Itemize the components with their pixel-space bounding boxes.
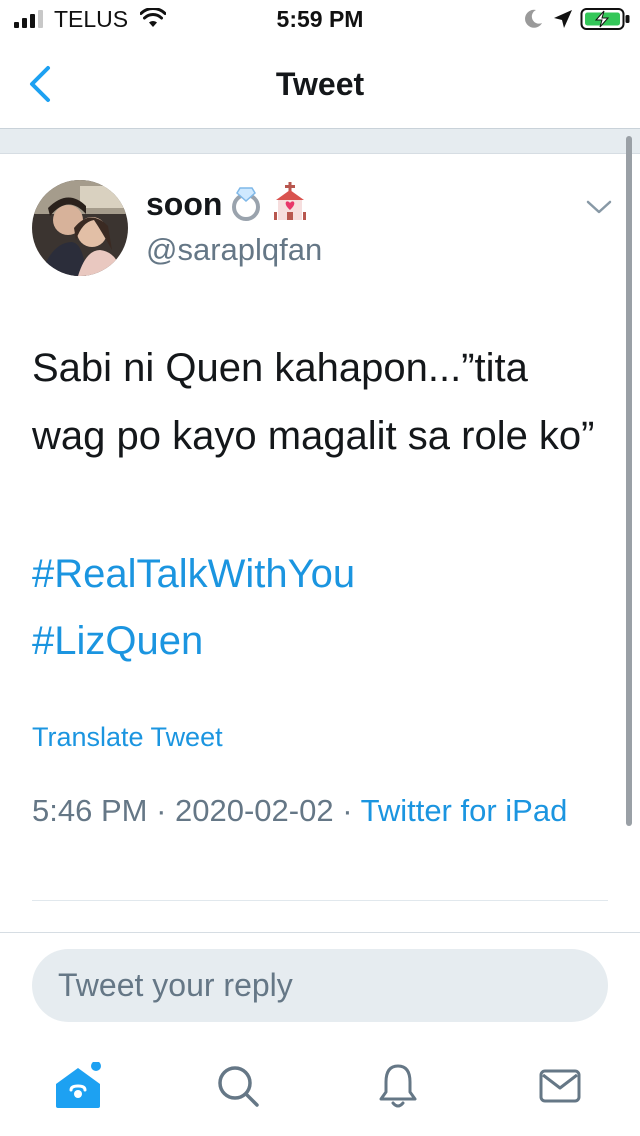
bell-icon[interactable] <box>376 1062 420 1110</box>
tweet-source-link[interactable]: Twitter for iPad <box>361 793 568 828</box>
scroll-indicator[interactable] <box>626 136 632 826</box>
status-bar: TELUS 5:59 PM <box>0 0 640 40</box>
tweet-meta: 5:46 PM · 2020-02-02 · Twitter for iPad <box>32 788 592 834</box>
hashtag-link[interactable]: #RealTalkWithYou <box>32 552 355 597</box>
chevron-down-icon[interactable] <box>586 198 612 216</box>
user-display-name[interactable]: soon <box>146 186 222 223</box>
navigation-bar: Tweet <box>0 40 640 128</box>
user-handle[interactable]: @saraplqfan <box>146 232 322 268</box>
hashtag-link[interactable]: #LizQuen <box>32 619 203 664</box>
reply-placeholder: Tweet your reply <box>58 967 293 1003</box>
tweet-date: 2020-02-02 <box>175 793 334 828</box>
divider <box>32 900 608 901</box>
search-icon[interactable] <box>216 1062 260 1110</box>
avatar[interactable] <box>32 180 128 276</box>
battery-charging-icon <box>580 8 630 30</box>
gap-divider <box>0 153 640 154</box>
reply-input[interactable]: Tweet your reply <box>32 949 608 1022</box>
meta-separator: · <box>333 793 361 828</box>
ring-emoji <box>232 187 260 221</box>
status-time: 5:59 PM <box>276 6 364 32</box>
wedding-chapel-emoji <box>274 182 306 220</box>
section-gap <box>0 129 640 153</box>
location-icon <box>554 10 572 28</box>
moon-icon <box>525 9 542 28</box>
page-title: Tweet <box>275 66 365 102</box>
mail-icon[interactable] <box>538 1062 582 1110</box>
home-icon[interactable] <box>52 1062 108 1110</box>
meta-separator: · <box>147 793 176 828</box>
translate-tweet-link[interactable]: Translate Tweet <box>32 722 223 753</box>
divider <box>0 932 640 933</box>
tweet-text: Sabi ni Quen kahapon...”tita wag po kayo… <box>32 346 595 458</box>
tweet-time: 5:46 PM <box>32 793 148 828</box>
